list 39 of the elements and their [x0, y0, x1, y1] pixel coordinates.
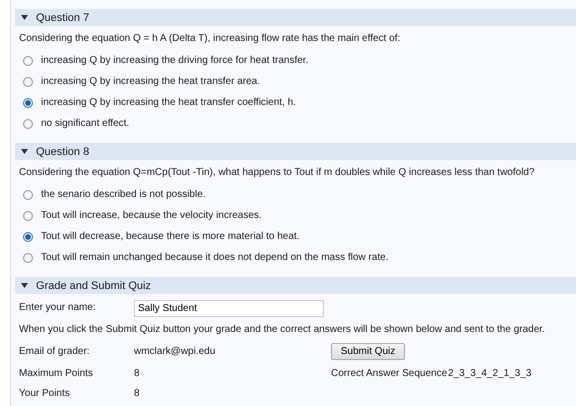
caret-icon	[21, 149, 28, 154]
instructions-text: When you click the Submit Quiz button your grade and the correct answers will be shown below and sent to the grader.	[19, 323, 546, 337]
email-value: wmclark@wpi.edu	[134, 344, 216, 358]
option-label[interactable]: Tout will increase, because the velocity increases.	[41, 210, 262, 221]
option-label[interactable]: the senario described is not possible.	[41, 189, 206, 200]
option-label[interactable]: no significant effect.	[41, 118, 130, 129]
radio-button[interactable]	[23, 190, 33, 200]
field-label: Enter your name:	[19, 300, 97, 314]
radio-button[interactable]	[23, 252, 33, 262]
radio-button[interactable]	[23, 210, 33, 220]
section-header[interactable]: Question 8	[15, 143, 576, 160]
sequence-value: 2_3_3_4_2_1_3_3	[448, 366, 532, 380]
caret-icon	[21, 283, 28, 288]
question-text: Considering the equation Q = h A (Delta T), increasing flow rate has the main effect of:	[18, 32, 402, 46]
option-label[interactable]: increasing Q by increasing the heat transfer area.	[41, 76, 260, 87]
radio-button[interactable]	[23, 98, 33, 108]
points-value: 8	[134, 366, 141, 380]
section-title: Grade and Submit Quiz	[36, 280, 151, 292]
section-header[interactable]: Grade and Submit Quiz	[15, 277, 576, 294]
option-label[interactable]: Tout will remain unchanged because it does not depend on the mass flow rate.	[41, 252, 388, 263]
question-text: Considering the equation Q=mCp(Tout -Tin), what happens to Tout if m doubles while Q increases less than twofold?	[18, 166, 536, 180]
radio-button[interactable]	[23, 118, 33, 128]
field-label: Maximum Points	[19, 366, 94, 380]
field-label: Your Points	[19, 386, 71, 400]
radio-button[interactable]	[23, 76, 33, 86]
submit-button[interactable]: Submit Quiz	[331, 342, 405, 360]
section-title: Question 7	[36, 12, 90, 24]
name-field[interactable]: Sally Student	[134, 300, 324, 317]
points-value: 8	[134, 386, 141, 400]
radio-button[interactable]	[23, 232, 33, 242]
section-title: Question 8	[36, 146, 90, 158]
option-label[interactable]: increasing Q by increasing the heat transfer coefficient, h.	[41, 97, 296, 108]
option-label[interactable]: Tout will decrease, because there is more material to heat.	[41, 231, 300, 242]
option-label[interactable]: increasing Q by increasing the driving force for heat transfer.	[41, 55, 308, 66]
field-label: Email of grader:	[19, 344, 91, 358]
field-label: Correct Answer Sequence	[331, 366, 448, 380]
radio-button[interactable]	[23, 56, 33, 66]
caret-icon	[21, 15, 28, 20]
section-header[interactable]: Question 7	[15, 9, 576, 26]
